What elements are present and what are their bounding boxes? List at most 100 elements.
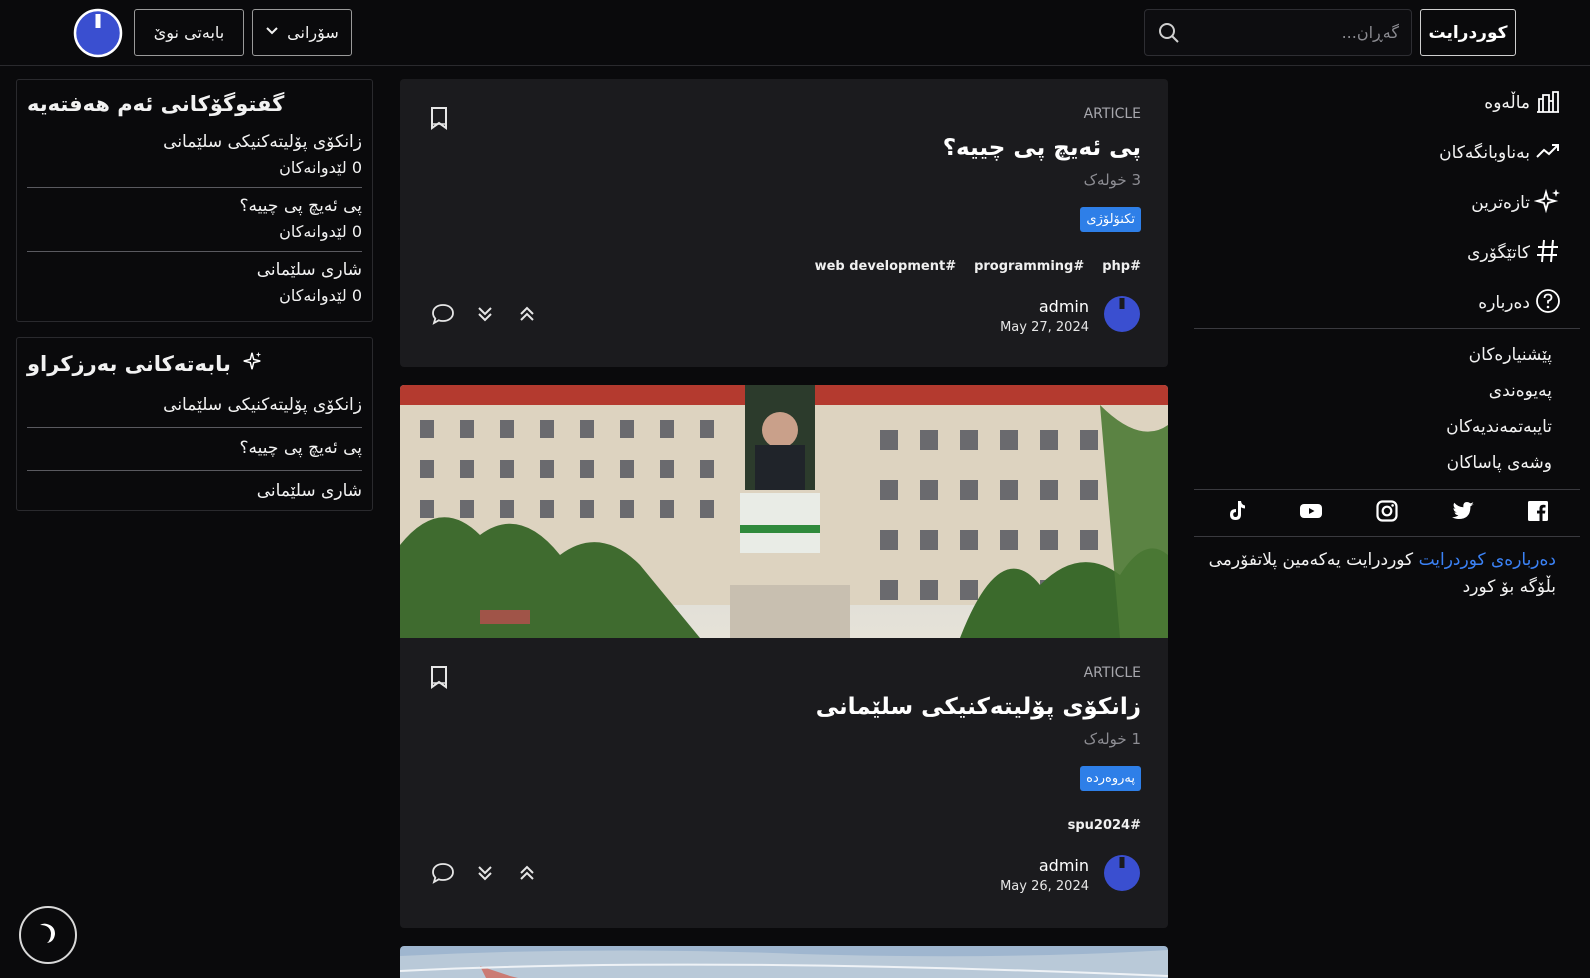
nav-item-label: بەناوبانگەکان	[1439, 143, 1530, 163]
discussion-title: زانکۆی پۆلیتەکنیکی سلێمانی	[163, 132, 362, 152]
user-avatar[interactable]	[72, 8, 124, 58]
featured-posts-widget: بابەتەکانی بەرزکراو زانکۆی پۆلیتەکنیکی س…	[16, 337, 373, 511]
post-feed: ARTICLE پی ئەیچ پی چییە؟ 3 خولەک تکنۆلۆژ…	[400, 79, 1168, 978]
nav-item-trending[interactable]: بەناوبانگەکان	[1194, 128, 1580, 178]
about-blurb: دەربارەی کوردرایت کوردرایت یەکەمین پلاتف…	[1194, 537, 1580, 601]
discussion-comment-count: 0 لێدوانەکان	[279, 286, 362, 305]
post-tags: web development# programming# php#	[815, 259, 1141, 274]
widget-title: بابەتەکانی بەرزکراو	[27, 351, 231, 376]
discussion-title: شاری سلێمانی	[256, 260, 362, 280]
bookmark-icon[interactable]	[428, 664, 450, 690]
new-post-label: بابەتی نوێ	[153, 23, 225, 42]
post-actions	[430, 860, 540, 890]
post-tags: spu2024#	[1068, 818, 1141, 833]
question-circle-icon	[1534, 287, 1562, 320]
right-sidebar: ماڵەوە بەناوبانگەکان تازەترین کاتێگۆری د…	[1194, 78, 1580, 601]
post-type: ARTICLE	[1083, 106, 1141, 122]
featured-item[interactable]: زانکۆی پۆلیتەکنیکی سلێمانی	[27, 385, 362, 428]
discussion-item[interactable]: پی ئەیچ پی چییە؟ 0 لێدوانەکان	[27, 188, 362, 252]
brand-logo-button[interactable]: کوردرایت	[1420, 9, 1516, 56]
post-type: ARTICLE	[1083, 665, 1141, 681]
post-cover-image[interactable]	[400, 946, 1168, 978]
featured-item[interactable]: پی ئەیچ پی چییە؟	[27, 428, 362, 471]
discussion-comment-count: 0 لێدوانەکان	[279, 158, 362, 177]
nav-item-about[interactable]: دەربارە	[1194, 278, 1580, 328]
sparkles-icon	[241, 350, 263, 377]
widget-title: گفتوگۆکانی ئەم هەفتەیە	[27, 92, 285, 116]
comment-icon[interactable]	[430, 860, 456, 890]
post-author-meta: admin May 27, 2024	[1000, 297, 1089, 335]
author-avatar	[1103, 854, 1141, 896]
nav-item-categories[interactable]: کاتێگۆری	[1194, 228, 1580, 278]
post-category-badge[interactable]: پەروەردە	[1080, 766, 1141, 791]
trending-icon	[1534, 137, 1562, 170]
post-author[interactable]: admin May 27, 2024	[1000, 295, 1141, 337]
post-card[interactable]: ARTICLE زانکۆی پۆلیتەکنیکی سلێمانی 1 خول…	[400, 638, 1168, 928]
post-category-badge[interactable]: تکنۆلۆژی	[1080, 207, 1141, 232]
tiktok-icon[interactable]	[1224, 499, 1248, 527]
author-avatar	[1103, 295, 1141, 337]
sidebar-link-features[interactable]: تایبەتمەندیەکان	[1194, 409, 1580, 445]
search-icon	[1157, 21, 1181, 45]
nav-item-home[interactable]: ماڵەوە	[1194, 78, 1580, 128]
post-author[interactable]: admin May 26, 2024	[1000, 854, 1141, 896]
chevron-down-icon	[265, 23, 279, 42]
post-actions	[430, 301, 540, 331]
post-tag[interactable]: spu2024#	[1068, 818, 1141, 833]
sidebar-link-glossary[interactable]: وشەی پاساکان	[1194, 445, 1580, 481]
sidebar-links: پێشنیارەکان پەیوەندی تایبەتمەندیەکان وشە…	[1194, 329, 1580, 489]
discussion-title: پی ئەیچ پی چییە؟	[239, 196, 362, 216]
post-tag[interactable]: programming#	[974, 259, 1084, 274]
top-navbar: بابەتی نوێ سۆرانی کوردرایت	[0, 0, 1590, 66]
facebook-icon[interactable]	[1526, 499, 1550, 527]
twitter-icon[interactable]	[1451, 499, 1475, 527]
comment-icon[interactable]	[430, 301, 456, 331]
social-links	[1194, 490, 1580, 536]
post-read-time: 1 خولەک	[1083, 730, 1141, 748]
post-tag[interactable]: php#	[1102, 259, 1141, 274]
nav-item-label: کاتێگۆری	[1467, 243, 1530, 263]
bookmark-icon[interactable]	[428, 105, 450, 131]
weekly-discussions-widget: گفتوگۆکانی ئەم هەفتەیە زانکۆی پۆلیتەکنیک…	[16, 79, 373, 322]
discussion-item[interactable]: زانکۆی پۆلیتەکنیکی سلێمانی 0 لێدوانەکان	[27, 124, 362, 188]
post-title[interactable]: پی ئەیچ پی چییە؟	[943, 135, 1141, 161]
sparkles-icon	[1533, 187, 1562, 220]
search-input[interactable]	[1189, 23, 1399, 42]
nav-item-latest[interactable]: تازەترین	[1194, 178, 1580, 228]
upvote-icon[interactable]	[514, 301, 540, 331]
upvote-icon[interactable]	[514, 860, 540, 890]
theme-toggle-button[interactable]	[19, 906, 77, 964]
post-author-meta: admin May 26, 2024	[1000, 856, 1089, 894]
post-cover-image[interactable]	[400, 385, 1168, 638]
new-post-button[interactable]: بابەتی نوێ	[134, 9, 244, 56]
featured-item[interactable]: شاری سلێمانی	[27, 471, 362, 513]
post-card[interactable]: ARTICLE پی ئەیچ پی چییە؟ 3 خولەک تکنۆلۆژ…	[400, 79, 1168, 367]
sort-select[interactable]: سۆرانی	[252, 9, 352, 56]
downvote-icon[interactable]	[472, 301, 498, 331]
author-name: admin	[1038, 856, 1089, 875]
post-title[interactable]: زانکۆی پۆلیتەکنیکی سلێمانی	[816, 694, 1141, 720]
youtube-icon[interactable]	[1299, 499, 1323, 527]
sort-select-label: سۆرانی	[287, 23, 339, 42]
post-date: May 27, 2024	[1000, 320, 1089, 335]
nav-item-label: دەربارە	[1478, 293, 1530, 313]
about-link[interactable]: دەربارەی کوردرایت	[1419, 550, 1556, 570]
widget-title-row: بابەتەکانی بەرزکراو	[27, 338, 362, 385]
post-read-time: 3 خولەک	[1083, 171, 1141, 189]
discussion-item[interactable]: شاری سلێمانی 0 لێدوانەکان	[27, 252, 362, 315]
hash-icon	[1534, 237, 1562, 270]
brand-label: کوردرایت	[1428, 22, 1508, 43]
sidebar-link-contact[interactable]: پەیوەندی	[1194, 373, 1580, 409]
search-box[interactable]	[1144, 9, 1412, 56]
post-date: May 26, 2024	[1000, 879, 1089, 894]
discussion-comment-count: 0 لێدوانەکان	[279, 222, 362, 241]
downvote-icon[interactable]	[472, 860, 498, 890]
instagram-icon[interactable]	[1375, 499, 1399, 527]
post-tag[interactable]: web development#	[815, 259, 957, 274]
nav-item-label: تازەترین	[1471, 193, 1530, 213]
sidebar-link-suggestions[interactable]: پێشنیارەکان	[1194, 337, 1580, 373]
author-name: admin	[1038, 297, 1089, 316]
home-icon	[1534, 87, 1562, 120]
nav-item-label: ماڵەوە	[1484, 93, 1530, 113]
moon-icon	[35, 920, 61, 950]
